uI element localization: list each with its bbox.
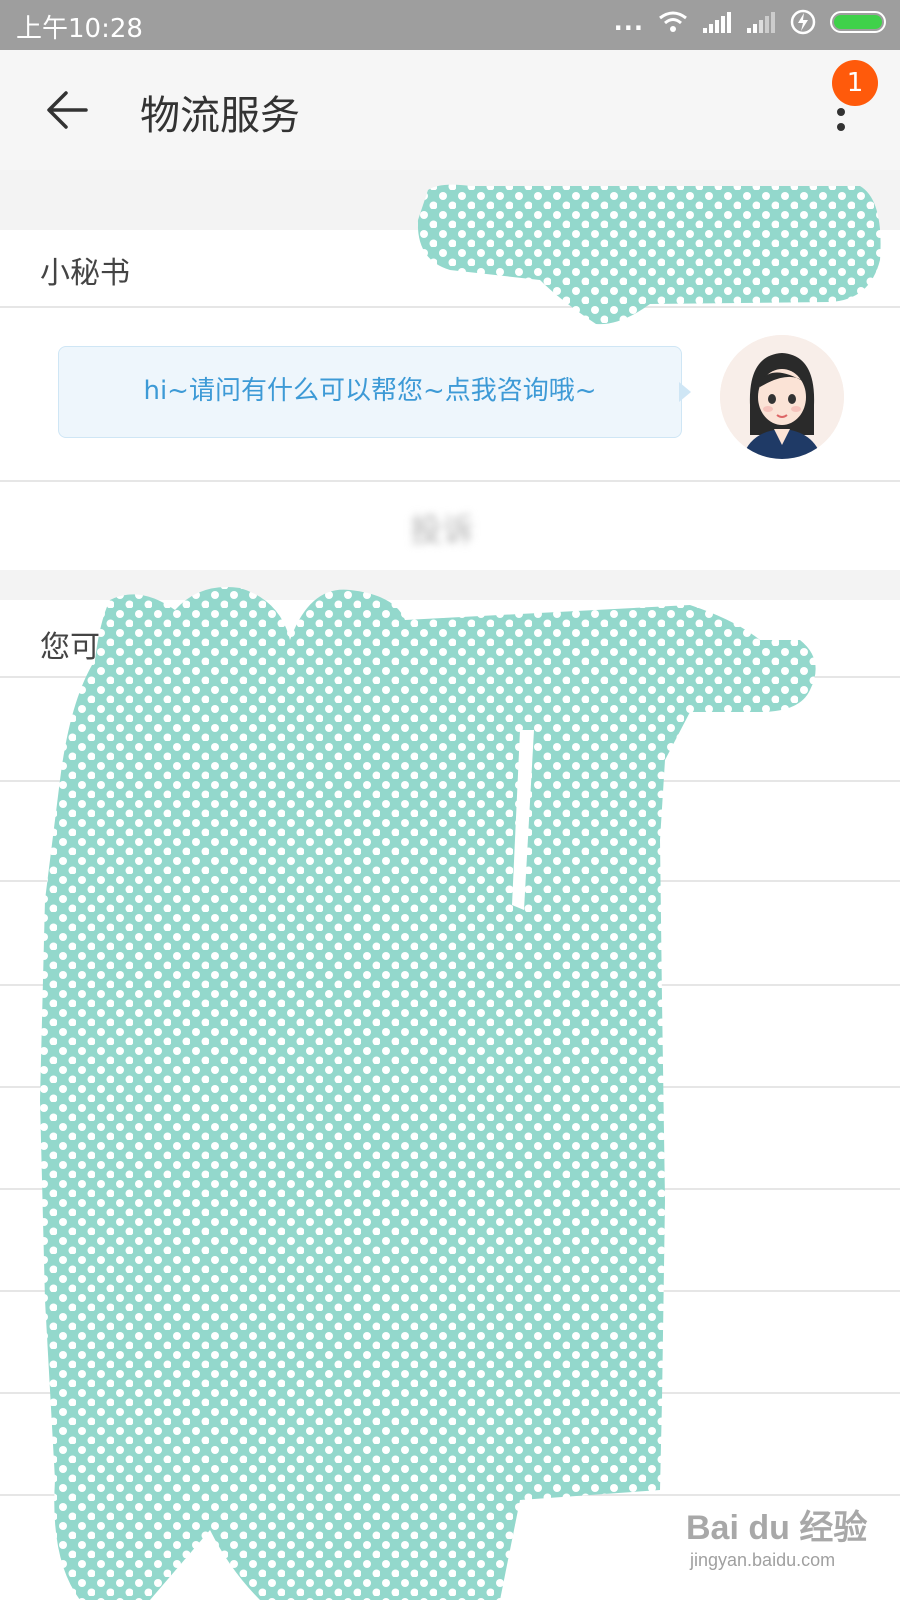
watermark-logo: Bai du 经验 — [686, 1509, 868, 1547]
redaction-overlay — [40, 184, 881, 1600]
baidu-watermark: Bai du 经验 jingyan.baidu.com — [686, 1500, 886, 1590]
watermark-url: jingyan.baidu.com — [690, 1550, 836, 1570]
